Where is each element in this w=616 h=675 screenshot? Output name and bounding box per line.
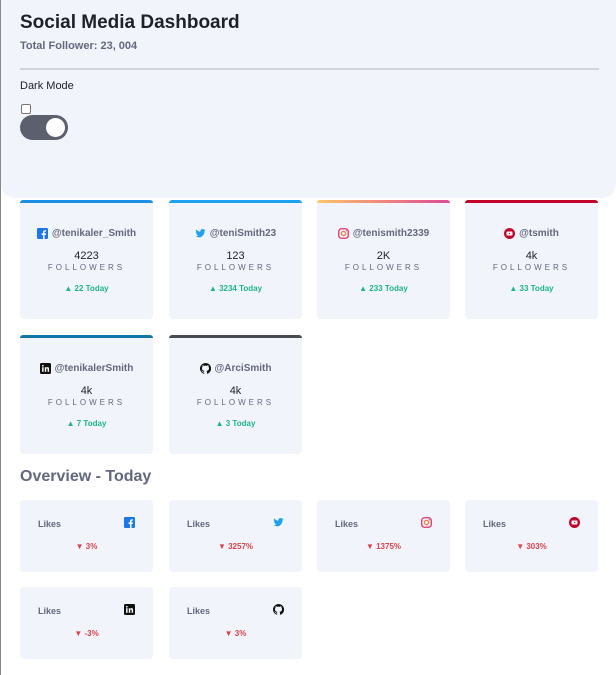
follower-count: 2K bbox=[376, 250, 391, 262]
overview-change: ▼ -3% bbox=[74, 629, 99, 638]
follower-count: 4k bbox=[525, 250, 538, 262]
card-handle: @teniSmith23 bbox=[209, 228, 277, 239]
card-topbar bbox=[20, 335, 153, 338]
overview-label: Likes bbox=[335, 519, 359, 529]
twitter-icon bbox=[195, 228, 206, 239]
today-change: ▲ 3234 Today bbox=[208, 284, 263, 293]
follower-count: 4k bbox=[229, 385, 242, 397]
follower-count: 4223 bbox=[74, 250, 99, 262]
dark-mode-label: Dark Mode bbox=[20, 80, 74, 92]
facebook-icon bbox=[36, 228, 48, 239]
overview-card-linkedin[interactable]: Likes ▼ -3% bbox=[20, 587, 153, 659]
overview-change: ▼ 303% bbox=[516, 542, 547, 551]
overview-change: ▼ 3% bbox=[75, 542, 98, 551]
overview-title: Overview - Today bbox=[20, 468, 152, 485]
facebook-icon bbox=[124, 517, 135, 528]
page-title: Social Media Dashboard bbox=[20, 12, 240, 33]
follower-card-linkedin[interactable]: @tenikalerSmith 4k FOLLOWERS ▲ 7 Today bbox=[20, 335, 153, 454]
instagram-icon bbox=[421, 517, 432, 528]
github-icon bbox=[199, 363, 211, 374]
dark-mode-checkbox[interactable] bbox=[21, 104, 31, 114]
overview-change: ▼ 3% bbox=[224, 629, 247, 638]
card-handle: @ArciSmith bbox=[214, 363, 272, 374]
card-handle: @tenikalerSmith bbox=[54, 363, 134, 374]
overview-label: Likes bbox=[187, 606, 211, 616]
follower-card-github[interactable]: @ArciSmith 4k FOLLOWERS ▲ 3 Today bbox=[169, 335, 302, 454]
overview-change: ▼ 1375% bbox=[365, 542, 402, 551]
card-handle: @tsmith bbox=[519, 228, 559, 239]
overview-card-github[interactable]: Likes ▼ 3% bbox=[169, 587, 302, 659]
card-handle-row: @teniSmith23 bbox=[169, 228, 302, 239]
follower-card-twitter[interactable]: @teniSmith23 123 FOLLOWERS ▲ 3234 Today bbox=[169, 200, 302, 319]
total-followers: Total Follower: 23, 004 bbox=[20, 40, 138, 52]
linkedin-icon bbox=[124, 604, 135, 615]
today-change: ▲ 7 Today bbox=[66, 419, 107, 428]
follower-count: 4k bbox=[80, 385, 93, 397]
followers-label: FOLLOWERS bbox=[196, 398, 275, 407]
overview-label: Likes bbox=[38, 519, 62, 529]
instagram-icon bbox=[337, 228, 349, 239]
overview-label: Likes bbox=[483, 519, 507, 529]
followers-label: FOLLOWERS bbox=[196, 263, 275, 272]
overview-card-youtube[interactable]: Likes ▼ 303% bbox=[465, 500, 598, 572]
followers-label: FOLLOWERS bbox=[47, 398, 126, 407]
card-handle-row: @tsmith bbox=[465, 228, 598, 239]
card-topbar bbox=[20, 200, 153, 203]
overview-label: Likes bbox=[38, 606, 62, 616]
follower-count: 123 bbox=[226, 250, 245, 262]
followers-label: FOLLOWERS bbox=[344, 263, 423, 272]
overview-label: Likes bbox=[187, 519, 211, 529]
card-topbar bbox=[317, 200, 450, 203]
github-icon bbox=[273, 604, 284, 615]
follower-card-facebook[interactable]: @tenikaler_Smith 4223 FOLLOWERS ▲ 22 Tod… bbox=[20, 200, 153, 319]
card-handle-row: @ArciSmith bbox=[169, 363, 302, 374]
overview-card-twitter[interactable]: Likes ▼ 3257% bbox=[169, 500, 302, 572]
youtube-icon bbox=[569, 517, 580, 528]
followers-label: FOLLOWERS bbox=[47, 263, 126, 272]
today-change: ▲ 33 Today bbox=[509, 284, 554, 293]
card-topbar bbox=[169, 335, 302, 338]
overview-card-facebook[interactable]: Likes ▼ 3% bbox=[20, 500, 153, 572]
divider bbox=[20, 68, 599, 70]
card-handle: @tenismith2339 bbox=[352, 228, 430, 239]
toggle-knob[interactable] bbox=[46, 118, 65, 137]
today-change: ▲ 22 Today bbox=[64, 284, 109, 293]
twitter-icon bbox=[273, 517, 284, 528]
today-change: ▲ 233 Today bbox=[359, 284, 408, 293]
card-handle-row: @tenismith2339 bbox=[317, 228, 450, 239]
today-change: ▲ 3 Today bbox=[215, 419, 256, 428]
card-handle: @tenikaler_Smith bbox=[51, 228, 137, 239]
overview-card-instagram[interactable]: Likes ▼ 1375% bbox=[317, 500, 450, 572]
overview-change: ▼ 3257% bbox=[217, 542, 254, 551]
card-handle-row: @tenikaler_Smith bbox=[20, 228, 153, 239]
follower-card-youtube[interactable]: @tsmith 4k FOLLOWERS ▲ 33 Today bbox=[465, 200, 598, 319]
dark-mode-toggle[interactable] bbox=[20, 115, 68, 140]
card-handle-row: @tenikalerSmith bbox=[20, 363, 153, 374]
followers-label: FOLLOWERS bbox=[492, 263, 571, 272]
card-topbar bbox=[465, 200, 598, 203]
dashboard-header: Social Media Dashboard Total Follower: 2… bbox=[1, 0, 616, 198]
youtube-icon bbox=[504, 228, 516, 239]
follower-card-instagram[interactable]: @tenismith2339 2K FOLLOWERS ▲ 233 Today bbox=[317, 200, 450, 319]
linkedin-icon bbox=[39, 363, 51, 374]
card-topbar bbox=[169, 200, 302, 203]
